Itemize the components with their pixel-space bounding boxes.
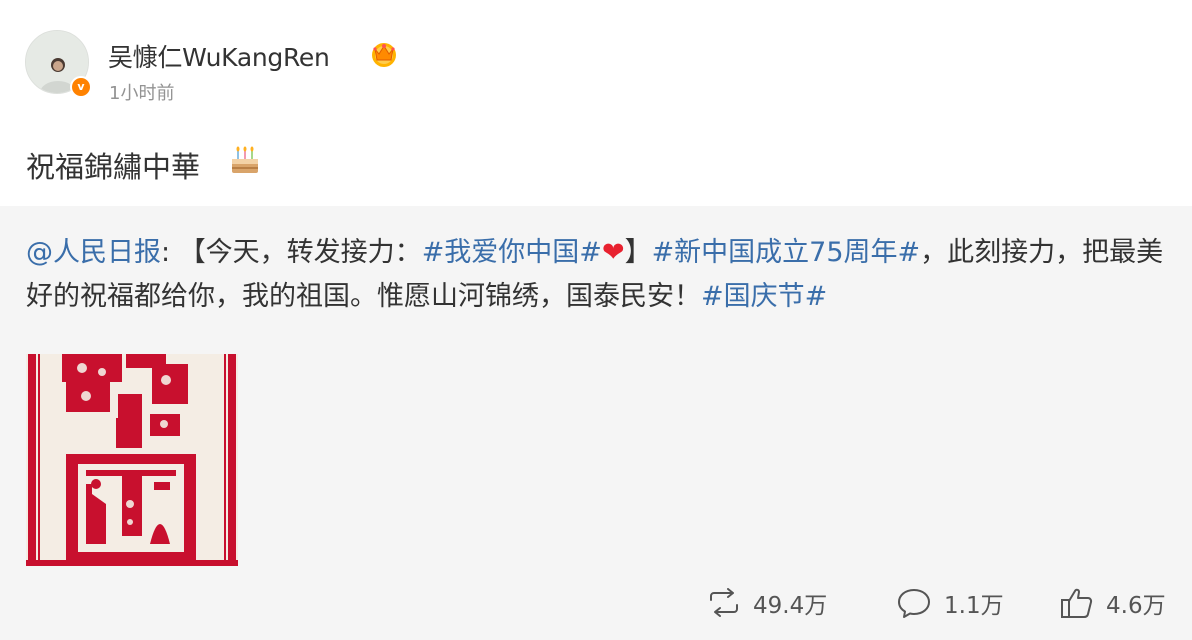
comment-count: 1.1万 <box>944 593 1004 619</box>
hashtag-link-3[interactable]: #国庆节# <box>701 281 827 312</box>
mention-link[interactable]: @人民日报 <box>26 237 161 268</box>
repost-button[interactable]: 49.4万 <box>707 579 827 627</box>
papercut-artwork <box>26 354 238 566</box>
comment-button[interactable]: 1.1万 <box>896 579 1004 627</box>
verified-icon: v <box>70 76 92 98</box>
heart-icon: ❤ <box>601 237 625 268</box>
action-bar: 49.4万 1.1万 4.6万 <box>0 579 1192 627</box>
hashtag-text-1: #我爱你中国# <box>421 237 602 268</box>
post-header: v 吴慷仁WuKangRen 1小时前 <box>0 0 1192 115</box>
papercut-image[interactable] <box>26 354 238 566</box>
post-text: 祝福錦繡中華 <box>26 150 201 184</box>
hashtag-link-2[interactable]: #新中国成立75周年# <box>652 237 921 268</box>
repost-card[interactable]: @人民日报: 【今天，转发接力：#我爱你中国#❤】#新中国成立75周年#，此刻接… <box>0 206 1192 640</box>
thumbs-up-icon <box>1061 588 1093 618</box>
hashtag-link-1[interactable]: #我爱你中国#❤ <box>422 237 625 268</box>
birthday-cake-icon <box>232 146 258 173</box>
post-timestamp[interactable]: 1小时前 <box>109 79 174 105</box>
author-name[interactable]: 吴慷仁WuKangRen <box>108 38 330 74</box>
avatar-container[interactable]: v <box>25 30 93 98</box>
repost-text-1: 【今天，转发接力： <box>178 237 422 268</box>
repost-count: 49.4万 <box>753 593 828 619</box>
repost-colon: : <box>161 237 179 268</box>
repost-text-2: 】 <box>624 237 652 268</box>
repost-text: @人民日报: 【今天，转发接力：#我爱你中国#❤】#新中国成立75周年#，此刻接… <box>26 231 1176 319</box>
like-button[interactable]: 4.6万 <box>1060 579 1166 627</box>
crown-badge-icon[interactable] <box>368 38 400 70</box>
like-count: 4.6万 <box>1106 593 1166 619</box>
comment-icon <box>898 589 930 618</box>
repost-icon <box>710 588 738 617</box>
